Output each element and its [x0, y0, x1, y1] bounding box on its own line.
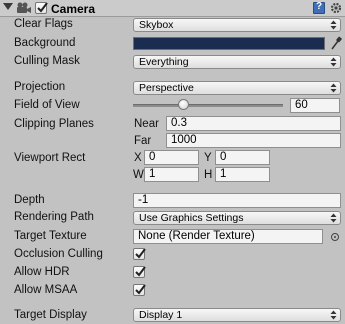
- clipping-planes-label: Clipping Planes: [14, 118, 94, 130]
- viewport-rect-label: Viewport Rect: [14, 152, 86, 164]
- target-display-value: Display 1: [139, 309, 183, 321]
- far-label: Far: [134, 135, 152, 147]
- rendering-path-label: Rendering Path: [14, 211, 94, 223]
- field-of-view-label: Field of View: [14, 99, 80, 111]
- viewport-w-label: W: [133, 169, 144, 181]
- projection-dropdown[interactable]: Perspective: [133, 81, 341, 95]
- dropdown-arrows-icon: [330, 310, 337, 320]
- viewport-y-input[interactable]: 0: [215, 150, 270, 165]
- dropdown-arrows-icon: [330, 213, 337, 223]
- target-display-dropdown[interactable]: Display 1: [133, 308, 341, 322]
- allow-hdr-checkbox[interactable]: [133, 266, 146, 278]
- foldout-arrow-icon[interactable]: [3, 3, 13, 10]
- depth-input[interactable]: -1: [133, 193, 341, 208]
- clear-flags-dropdown[interactable]: Skybox: [133, 18, 341, 32]
- projection-value: Perspective: [139, 82, 194, 94]
- object-picker-icon[interactable]: [331, 233, 339, 241]
- culling-mask-dropdown[interactable]: Everything: [133, 55, 341, 69]
- field-of-view-slider-track[interactable]: [133, 104, 283, 107]
- occlusion-culling-label: Occlusion Culling: [14, 248, 103, 260]
- field-of-view-slider-thumb[interactable]: [178, 99, 189, 110]
- background-color-field[interactable]: [133, 37, 325, 50]
- depth-label: Depth: [14, 194, 45, 206]
- rendering-path-dropdown[interactable]: Use Graphics Settings: [133, 211, 341, 225]
- viewport-x-label: X: [134, 152, 142, 164]
- viewport-w-input[interactable]: 1: [144, 167, 199, 182]
- help-book-icon[interactable]: [313, 1, 325, 14]
- projection-label: Projection: [14, 81, 66, 93]
- allow-msaa-label: Allow MSAA: [14, 284, 78, 296]
- viewport-y-label: Y: [204, 152, 212, 164]
- eyedropper-icon[interactable]: [330, 36, 342, 50]
- field-of-view-input[interactable]: 60: [290, 98, 340, 113]
- gear-icon[interactable]: [330, 2, 342, 14]
- component-enabled-checkbox[interactable]: [35, 2, 48, 14]
- near-input[interactable]: 0.3: [166, 116, 341, 131]
- viewport-h-label: H: [204, 169, 213, 181]
- allow-msaa-checkbox[interactable]: [133, 284, 146, 296]
- culling-mask-label: Culling Mask: [14, 55, 80, 67]
- component-header: Camera: [0, 0, 345, 17]
- target-texture-field[interactable]: None (Render Texture): [133, 229, 323, 244]
- viewport-h-input[interactable]: 1: [215, 167, 270, 182]
- far-input[interactable]: 1000: [166, 133, 341, 148]
- viewport-x-input[interactable]: 0: [144, 150, 199, 165]
- dropdown-arrows-icon: [330, 83, 337, 93]
- target-texture-label: Target Texture: [14, 230, 87, 242]
- clear-flags-value: Skybox: [139, 19, 174, 31]
- camera-icon: [17, 2, 31, 13]
- allow-hdr-label: Allow HDR: [14, 266, 70, 278]
- dropdown-arrows-icon: [330, 57, 337, 67]
- component-title: Camera: [51, 2, 96, 16]
- clear-flags-label: Clear Flags: [14, 18, 73, 30]
- near-label: Near: [134, 118, 159, 130]
- occlusion-culling-checkbox[interactable]: [133, 248, 146, 260]
- target-display-label: Target Display: [14, 309, 87, 321]
- rendering-path-value: Use Graphics Settings: [139, 212, 244, 224]
- dropdown-arrows-icon: [330, 20, 337, 30]
- culling-mask-value: Everything: [139, 56, 189, 68]
- background-label: Background: [14, 37, 76, 49]
